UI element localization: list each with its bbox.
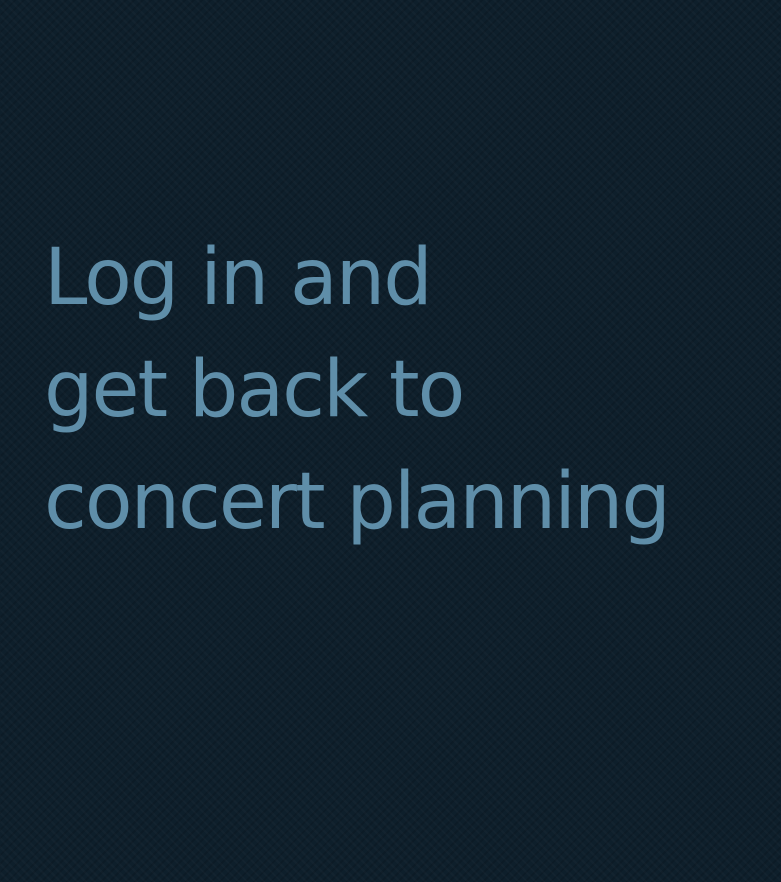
hero-line-3: concert planning xyxy=(44,457,671,547)
hero-line-2: get back to xyxy=(44,345,465,435)
hero-headline: Log in and get back to concert planning xyxy=(44,222,671,558)
hero-line-1: Log in and xyxy=(44,233,433,323)
